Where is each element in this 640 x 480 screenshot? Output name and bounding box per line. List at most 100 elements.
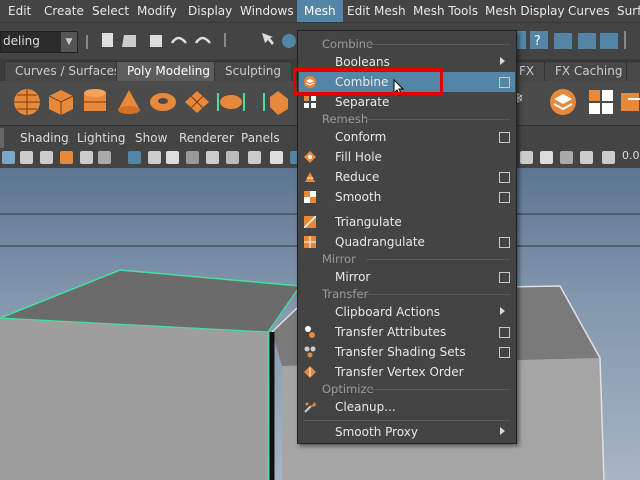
- option-box-icon[interactable]: [499, 347, 510, 358]
- panel-menu-renderer[interactable]: Renderer: [179, 128, 234, 148]
- menu-item-cleanup[interactable]: Cleanup...: [299, 397, 515, 417]
- field-chart-icon[interactable]: [206, 151, 219, 164]
- camera-attr-icon[interactable]: [20, 151, 33, 164]
- menu-divider: [366, 294, 510, 295]
- safe-action-icon[interactable]: [226, 151, 239, 164]
- menu-edit-mesh[interactable]: Edit Mesh: [347, 0, 406, 22]
- tab-poly-modeling[interactable]: Poly Modeling: [116, 61, 221, 81]
- menu-display[interactable]: Display: [188, 0, 232, 22]
- menu-set-dropdown[interactable]: deling ▼: [0, 31, 78, 53]
- resolution-gate-icon[interactable]: [166, 151, 179, 164]
- grid-icon[interactable]: [128, 151, 141, 164]
- menu-modify[interactable]: Modify: [137, 0, 177, 22]
- wireframe-icon[interactable]: [270, 151, 283, 164]
- tab-more[interactable]: [626, 61, 640, 81]
- option-box-icon[interactable]: [499, 132, 510, 143]
- status-line-right-icons: ?: [516, 31, 626, 49]
- exposure-icon[interactable]: [580, 151, 593, 164]
- menu-item-clipboard-actions[interactable]: Clipboard Actions: [299, 302, 515, 322]
- smooth-icon: [304, 191, 316, 203]
- separate-shelf-icon[interactable]: [586, 87, 616, 117]
- xray-joints-icon[interactable]: [560, 151, 573, 164]
- option-box-icon[interactable]: [499, 77, 510, 88]
- menu-item-reduce[interactable]: Reduce: [299, 167, 515, 187]
- menu-mesh-tools[interactable]: Mesh Tools: [413, 0, 478, 22]
- menu-item-label: Smooth: [335, 190, 382, 204]
- poly-cone-icon[interactable]: [114, 87, 144, 117]
- menu-item-fill-hole[interactable]: Fill Hole: [299, 147, 515, 167]
- poly-disc-icon[interactable]: [216, 87, 246, 117]
- menu-select[interactable]: Select: [92, 0, 129, 22]
- submenu-arrow-icon: [500, 307, 505, 315]
- menu-curves[interactable]: Curves: [568, 0, 610, 22]
- menu-item-conform[interactable]: Conform: [299, 127, 515, 147]
- header-transfer: Transfer: [322, 287, 369, 301]
- menu-item-label: Triangulate: [335, 215, 402, 229]
- menu-item-separate[interactable]: Separate: [299, 92, 515, 112]
- panel-menu-show[interactable]: Show: [135, 128, 167, 148]
- safe-title-icon[interactable]: [248, 151, 261, 164]
- cube-left-front: [0, 318, 268, 480]
- xray-icon[interactable]: [540, 151, 553, 164]
- submenu-arrow-icon: [500, 427, 505, 435]
- main-menubar: Edit Create Select Modify Display Window…: [0, 0, 640, 23]
- panel-menu-shading[interactable]: Shading: [20, 128, 69, 148]
- menu-item-label: Transfer Attributes: [335, 325, 447, 339]
- poly-platonic-icon[interactable]: [260, 87, 290, 117]
- menu-divider: [366, 119, 510, 120]
- combine-shelf-icon[interactable]: [548, 87, 578, 117]
- menu-item-label: Conform: [335, 130, 387, 144]
- poly-cube-icon[interactable]: [46, 87, 76, 117]
- option-box-icon[interactable]: [499, 272, 510, 283]
- isolate-icon[interactable]: [520, 151, 533, 164]
- film-gate-icon[interactable]: [148, 151, 161, 164]
- exposure-value[interactable]: 0.0: [622, 149, 640, 162]
- gate-mask-icon[interactable]: [186, 151, 199, 164]
- image-plane-icon[interactable]: [60, 151, 73, 164]
- submenu-arrow-icon: [500, 57, 505, 65]
- menu-mesh[interactable]: Mesh: [297, 0, 343, 22]
- menu-item-smooth-proxy[interactable]: Smooth Proxy: [299, 422, 515, 442]
- poly-cylinder-icon[interactable]: [80, 87, 110, 117]
- menu-item-mirror[interactable]: Mirror: [299, 267, 515, 287]
- header-remesh: Remesh: [322, 112, 369, 126]
- menu-surfaces[interactable]: Surfaces: [617, 0, 640, 22]
- reduce-icon: [305, 172, 315, 182]
- transfer-shading-sets-icon: [304, 346, 316, 358]
- menu-item-transfer-vertex-order[interactable]: Transfer Vertex Order: [299, 362, 515, 382]
- menu-item-label: Mirror: [335, 270, 371, 284]
- camera-icon[interactable]: [2, 151, 15, 164]
- option-box-icon[interactable]: [499, 327, 510, 338]
- menu-create[interactable]: Create: [44, 0, 84, 22]
- gamma-icon[interactable]: [602, 151, 615, 164]
- option-box-icon[interactable]: [499, 172, 510, 183]
- menu-windows[interactable]: Windows: [240, 0, 294, 22]
- tab-sculpting[interactable]: Sculpting: [214, 61, 293, 81]
- menu-item-label: Reduce: [335, 170, 380, 184]
- 2d-pan-icon[interactable]: [80, 151, 93, 164]
- menu-item-transfer-shading-sets[interactable]: Transfer Shading Sets: [299, 342, 515, 362]
- menu-item-quadrangulate[interactable]: Quadrangulate: [299, 232, 515, 252]
- poly-plane-icon[interactable]: [182, 87, 212, 117]
- panel-menu-edge: [0, 128, 4, 148]
- poly-torus-icon[interactable]: [148, 87, 178, 117]
- menu-item-label: Fill Hole: [335, 150, 382, 164]
- option-box-icon[interactable]: [499, 237, 510, 248]
- bookmark-icon[interactable]: [40, 151, 53, 164]
- menu-edit[interactable]: Edit: [8, 0, 31, 22]
- menu-item-transfer-attributes[interactable]: Transfer Attributes: [299, 322, 515, 342]
- menu-item-smooth[interactable]: Smooth: [299, 187, 515, 207]
- tab-fx-caching[interactable]: FX Caching: [544, 61, 634, 81]
- option-box-icon[interactable]: [499, 192, 510, 203]
- menu-mesh-display[interactable]: Mesh Display: [485, 0, 565, 22]
- chevron-down-icon[interactable]: ▼: [61, 32, 77, 52]
- quadrangulate-icon: [304, 236, 316, 248]
- grease-pencil-icon[interactable]: [98, 151, 111, 164]
- panel-menu-panels[interactable]: Panels: [241, 128, 280, 148]
- poly-sphere-icon[interactable]: [12, 87, 42, 117]
- extract-shelf-icon[interactable]: [618, 87, 640, 117]
- menu-set-value: deling: [3, 34, 40, 48]
- menu-item-triangulate[interactable]: Triangulate: [299, 212, 515, 232]
- tab-curves-surfaces[interactable]: Curves / Surfaces: [4, 61, 132, 81]
- panel-menu-lighting[interactable]: Lighting: [77, 128, 126, 148]
